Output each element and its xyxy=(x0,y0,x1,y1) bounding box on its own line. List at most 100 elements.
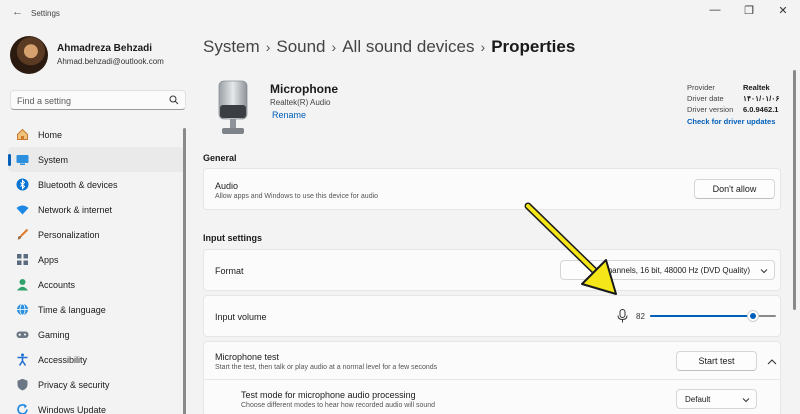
user-name: Ahmadreza Behzadi xyxy=(57,43,153,54)
test-mode-value: Default xyxy=(685,395,711,404)
breadcrumb-separator: › xyxy=(480,39,486,55)
microphone-icon xyxy=(218,80,248,134)
breadcrumb-system[interactable]: System xyxy=(203,37,260,56)
driver-version-label: Driver version xyxy=(687,105,734,114)
avatar xyxy=(10,36,48,74)
gaming-icon xyxy=(16,328,29,341)
general-section-title: General xyxy=(203,153,237,163)
format-dropdown[interactable]: 2 channels, 16 bit, 48000 Hz (DVD Qualit… xyxy=(560,260,775,280)
sidebar-item-label: Accessibility xyxy=(38,354,88,365)
sidebar-item-label: Accounts xyxy=(38,279,76,290)
sidebar-item-label: Gaming xyxy=(38,329,70,340)
microphone-test-card: Microphone test Start the test, then tal… xyxy=(203,341,781,414)
format-card: Format 2 channels, 16 bit, 48000 Hz (DVD… xyxy=(203,249,781,291)
wifi-icon xyxy=(16,203,29,216)
sidebar-item-apps[interactable]: Apps xyxy=(8,247,184,272)
chevron-down-icon xyxy=(742,398,750,403)
mic-test-label: Microphone test xyxy=(215,352,280,362)
window-controls: — ❐ ✕ xyxy=(698,0,800,24)
provider-value: Realtek xyxy=(743,83,770,92)
input-settings-section-title: Input settings xyxy=(203,233,262,243)
format-value: 2 channels, 16 bit, 48000 Hz (DVD Qualit… xyxy=(597,266,750,275)
device-header: Microphone Realtek(R) Audio Rename Provi… xyxy=(203,78,780,144)
test-mode-dropdown[interactable]: Default xyxy=(676,389,757,409)
breadcrumb-all-sound-devices[interactable]: All sound devices xyxy=(342,37,474,56)
window-title: Settings xyxy=(31,9,60,18)
sidebar-item-accounts[interactable]: Accounts xyxy=(8,272,184,297)
sidebar-item-accessibility[interactable]: Accessibility xyxy=(8,347,184,372)
update-icon xyxy=(16,403,29,414)
back-button[interactable]: ← xyxy=(12,6,23,18)
sidebar-item-windows-update[interactable]: Windows Update xyxy=(8,397,184,414)
test-mode-description: Choose different modes to hear how recor… xyxy=(241,402,436,409)
audio-description: Allow apps and Windows to use this devic… xyxy=(215,193,379,200)
sidebar-item-label: Time & language xyxy=(38,304,106,315)
sidebar-item-label: Bluetooth & devices xyxy=(38,179,118,190)
provider-label: Provider xyxy=(687,83,715,92)
chevron-down-icon xyxy=(760,269,768,274)
sidebar-scrollbar[interactable] xyxy=(183,128,186,414)
input-volume-label: Input volume xyxy=(215,312,267,322)
driver-date-value: ۱۴۰۱/۰۱/۰۶ xyxy=(743,94,780,103)
main-scrollbar[interactable] xyxy=(793,70,796,310)
sidebar-item-time-language[interactable]: Time & language xyxy=(8,297,184,322)
page-title: Properties xyxy=(491,37,576,56)
microphone-mute-icon[interactable] xyxy=(617,309,628,323)
driver-version-value: 6.0.9462.1 xyxy=(743,105,779,114)
driver-info: Provider Realtek Driver date ۱۴۰۱/۰۱/۰۶ Dr… xyxy=(687,83,783,126)
shield-icon xyxy=(16,378,29,391)
globe-icon xyxy=(16,303,29,316)
sidebar-item-bluetooth[interactable]: Bluetooth & devices xyxy=(8,172,184,197)
maximize-button[interactable]: ❐ xyxy=(732,0,766,20)
audio-card: Audio Allow apps and Windows to use this… xyxy=(203,168,781,210)
user-email: Ahmad.behzadi@outlook.com xyxy=(57,57,164,66)
brush-icon xyxy=(16,228,29,241)
breadcrumb-separator: › xyxy=(331,39,337,55)
home-icon xyxy=(16,128,29,141)
sidebar: Ahmadreza Behzadi Ahmad.behzadi@outlook.… xyxy=(0,24,192,414)
sidebar-item-label: Apps xyxy=(38,254,59,265)
slider-fill xyxy=(650,315,753,317)
start-test-button[interactable]: Start test xyxy=(676,351,757,371)
dont-allow-button[interactable]: Don't allow xyxy=(694,179,775,199)
audio-label: Audio xyxy=(215,181,239,191)
user-profile[interactable]: Ahmadreza Behzadi Ahmad.behzadi@outlook.… xyxy=(10,36,190,76)
sidebar-item-privacy[interactable]: Privacy & security xyxy=(8,372,184,397)
sidebar-item-label: Home xyxy=(38,129,63,140)
search-input[interactable] xyxy=(17,94,167,107)
sidebar-item-label: Windows Update xyxy=(38,404,107,414)
breadcrumb: System › Sound › All sound devices › Propertie… xyxy=(203,37,575,57)
sidebar-item-label: System xyxy=(38,154,69,165)
accounts-icon xyxy=(16,278,29,291)
rename-link[interactable]: Rename xyxy=(272,110,306,120)
format-label: Format xyxy=(215,266,244,276)
system-icon xyxy=(16,153,29,166)
bluetooth-icon xyxy=(16,178,29,191)
close-button[interactable]: ✕ xyxy=(766,0,800,20)
sidebar-item-home[interactable]: Home xyxy=(8,122,184,147)
sidebar-item-personalization[interactable]: Personalization xyxy=(8,222,184,247)
sidebar-item-system[interactable]: System xyxy=(8,147,184,172)
divider xyxy=(204,379,780,380)
search-icon[interactable] xyxy=(169,95,179,105)
minimize-button[interactable]: — xyxy=(698,0,732,20)
sidebar-item-gaming[interactable]: Gaming xyxy=(8,322,184,347)
device-name: Microphone xyxy=(270,82,338,96)
breadcrumb-separator: › xyxy=(265,39,271,55)
device-subtitle: Realtek(R) Audio xyxy=(270,98,331,107)
test-mode-label: Test mode for microphone audio processin… xyxy=(241,390,416,400)
search-box[interactable] xyxy=(10,90,186,110)
input-volume-card: Input volume 82 xyxy=(203,295,781,337)
check-driver-updates-link[interactable]: Check for driver updates xyxy=(687,117,783,126)
sidebar-item-label: Privacy & security xyxy=(38,379,110,390)
breadcrumb-sound[interactable]: Sound xyxy=(276,37,325,56)
sidebar-nav: Home System Bluetooth & devices Network … xyxy=(8,122,184,414)
mic-test-description: Start the test, then talk or play audio … xyxy=(215,364,438,371)
input-volume-slider[interactable] xyxy=(650,310,776,322)
slider-thumb[interactable] xyxy=(747,310,759,322)
sidebar-item-network[interactable]: Network & internet xyxy=(8,197,184,222)
chevron-up-icon[interactable] xyxy=(765,355,779,369)
title-bar: ← Settings — ❐ ✕ xyxy=(0,0,800,24)
accessibility-icon xyxy=(16,353,29,366)
driver-date-label: Driver date xyxy=(687,94,724,103)
